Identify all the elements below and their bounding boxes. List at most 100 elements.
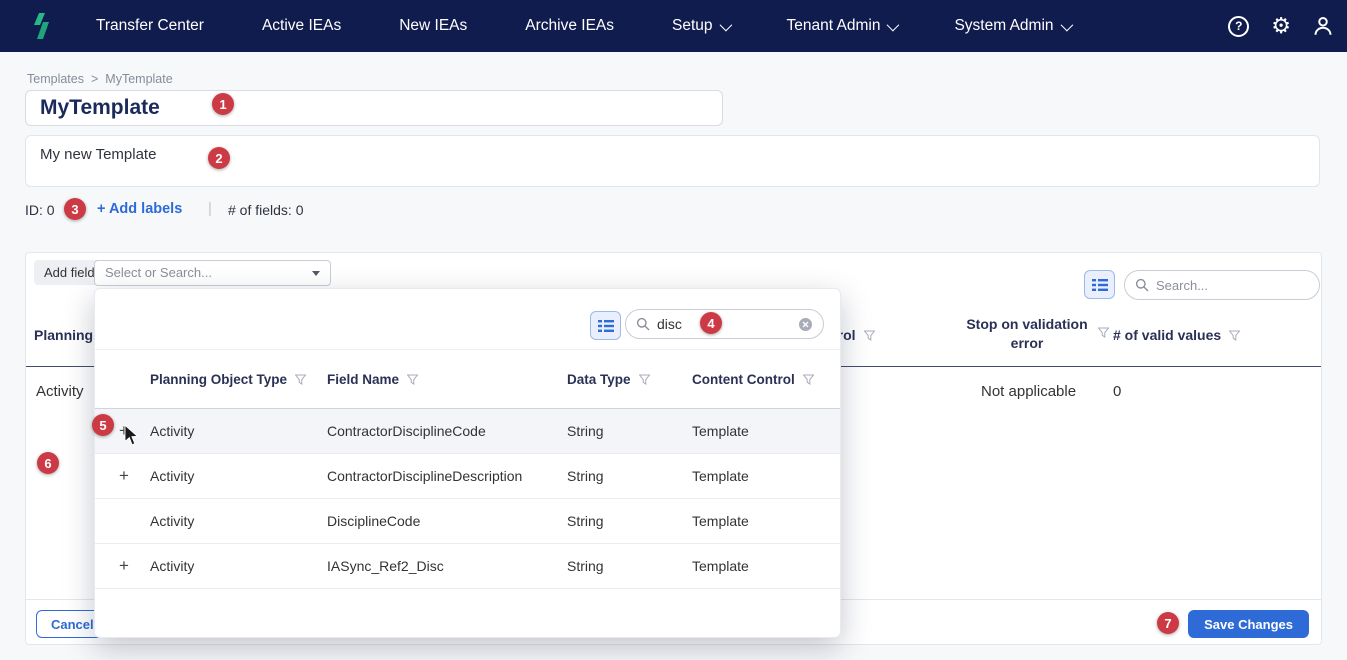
template-description-value: My new Template bbox=[40, 146, 157, 163]
nav-archive-ieas[interactable]: Archive IEAs bbox=[525, 17, 614, 35]
filter-icon[interactable] bbox=[638, 374, 650, 385]
user-icon[interactable] bbox=[1313, 16, 1333, 36]
column-chooser-button[interactable] bbox=[1084, 270, 1115, 299]
popup-table-header: Planning Object Type Field Name Data Typ… bbox=[95, 349, 840, 409]
nav-label: Transfer Center bbox=[96, 17, 204, 34]
columns-icon bbox=[1091, 278, 1108, 291]
chevron-down-icon bbox=[312, 271, 320, 276]
annotation-badge-2: 2 bbox=[208, 147, 230, 169]
table-search-input[interactable] bbox=[1156, 277, 1309, 293]
cursor-icon bbox=[121, 423, 141, 451]
annotation-badge-7: 7 bbox=[1157, 612, 1179, 634]
search-icon bbox=[1135, 278, 1149, 292]
field-select-dropdown[interactable]: Select or Search... bbox=[94, 260, 331, 286]
add-fields-popup: Planning Object Type Field Name Data Typ… bbox=[94, 288, 841, 638]
chevron-down-icon bbox=[1060, 18, 1073, 31]
cell-data-type: String bbox=[567, 558, 604, 574]
header-label: Field Name bbox=[327, 371, 400, 387]
nav-label: Archive IEAs bbox=[525, 17, 615, 34]
cell-planning-object-type: Activity bbox=[150, 468, 195, 484]
popup-column-chooser-button[interactable] bbox=[590, 311, 621, 340]
nav-items: Transfer Center Active IEAs New IEAs Arc… bbox=[52, 17, 1073, 35]
annotation-badge-6: 6 bbox=[37, 452, 59, 474]
header-label: # of valid values bbox=[1113, 327, 1222, 343]
breadcrumb: Templates > MyTemplate bbox=[27, 72, 173, 86]
breadcrumb-separator: > bbox=[90, 72, 99, 86]
help-icon[interactable]: ? bbox=[1228, 15, 1250, 37]
app-logo[interactable] bbox=[30, 12, 52, 40]
row-valid-values: 0 bbox=[1113, 383, 1122, 400]
row-planning-object-type: Activity bbox=[36, 383, 84, 400]
popup-table-row[interactable]: + Activity ContractorDisciplineDescripti… bbox=[95, 454, 840, 499]
nav-tenant-admin[interactable]: Tenant Admin bbox=[786, 17, 900, 35]
popup-search[interactable] bbox=[625, 309, 824, 339]
popup-search-input[interactable] bbox=[657, 316, 791, 332]
cell-field-name: ContractorDisciplineDescription bbox=[327, 468, 523, 484]
nav-label: Active IEAs bbox=[261, 17, 342, 34]
breadcrumb-current: MyTemplate bbox=[105, 72, 173, 86]
cell-planning-object-type: Activity bbox=[150, 423, 195, 439]
clear-search-icon[interactable] bbox=[798, 317, 813, 332]
annotation-badge-1: 1 bbox=[212, 93, 234, 115]
filter-icon[interactable] bbox=[1229, 330, 1241, 341]
popup-header-data-type: Data Type bbox=[567, 372, 692, 387]
nav-icons: ? ⚙ bbox=[1228, 15, 1333, 37]
filter-icon[interactable] bbox=[295, 374, 307, 385]
cell-field-name: IASync_Ref2_Disc bbox=[327, 558, 444, 574]
popup-table-row[interactable]: Activity DisciplineCode String Template bbox=[95, 499, 840, 544]
cell-planning-object-type: Activity bbox=[150, 558, 195, 574]
add-field-button[interactable]: + bbox=[95, 466, 150, 486]
annotation-badge-5: 5 bbox=[92, 414, 114, 436]
row-stop-on-validation: Not applicable bbox=[981, 383, 1077, 400]
breadcrumb-templates[interactable]: Templates bbox=[27, 72, 84, 86]
fields-card: Add fields Select or Search... Planning … bbox=[25, 252, 1322, 645]
save-changes-button[interactable]: Save Changes bbox=[1188, 610, 1309, 638]
popup-header-field-name: Field Name bbox=[327, 372, 567, 387]
header-stop-on-validation: Stop on validation error bbox=[951, 315, 1103, 353]
popup-header-planning-object-type: Planning Object Type bbox=[150, 372, 327, 387]
page: Transfer Center Active IEAs New IEAs Arc… bbox=[0, 0, 1347, 660]
cell-planning-object-type: Activity bbox=[150, 513, 195, 529]
chevron-down-icon bbox=[887, 18, 900, 31]
nav-active-ieas[interactable]: Active IEAs bbox=[262, 17, 341, 35]
gear-icon[interactable]: ⚙ bbox=[1271, 15, 1291, 37]
nav-label: Setup bbox=[672, 17, 713, 34]
cell-content-control: Template bbox=[692, 558, 749, 574]
popup-table: Planning Object Type Field Name Data Typ… bbox=[95, 349, 840, 589]
add-labels-link[interactable]: + Add labels bbox=[97, 201, 182, 217]
cell-content-control: Template bbox=[692, 513, 749, 529]
nav-setup[interactable]: Setup bbox=[672, 17, 732, 35]
header-label: Data Type bbox=[567, 371, 631, 387]
meta-row: ID: 0 + Add labels | # of fields: 0 bbox=[25, 200, 525, 220]
header-valid-values: # of valid values bbox=[1113, 327, 1241, 343]
filter-icon[interactable] bbox=[802, 374, 814, 385]
template-name-value: MyTemplate bbox=[40, 96, 160, 119]
template-name-input[interactable]: MyTemplate bbox=[25, 90, 723, 126]
header-label: Stop on validation error bbox=[966, 316, 1088, 351]
template-id: ID: 0 bbox=[25, 202, 55, 218]
filter-icon[interactable] bbox=[407, 374, 419, 385]
cell-content-control: Template bbox=[692, 423, 749, 439]
cell-field-name: ContractorDisciplineCode bbox=[327, 423, 486, 439]
popup-table-row[interactable]: + Activity ContractorDisciplineCode Stri… bbox=[95, 409, 840, 454]
nav-label: System Admin bbox=[954, 17, 1054, 34]
cell-data-type: String bbox=[567, 513, 604, 529]
nav-system-admin[interactable]: System Admin bbox=[954, 17, 1073, 35]
popup-table-row[interactable]: + Activity IASync_Ref2_Disc String Templ… bbox=[95, 544, 840, 589]
header-label: Content Control bbox=[692, 371, 795, 387]
table-search[interactable] bbox=[1124, 270, 1320, 300]
nav-label: Tenant Admin bbox=[786, 17, 881, 34]
nav-transfer-center[interactable]: Transfer Center bbox=[96, 17, 204, 35]
annotation-badge-3: 3 bbox=[64, 198, 86, 220]
filter-icon[interactable] bbox=[863, 330, 875, 341]
header-label: Planning Object Type bbox=[150, 371, 288, 387]
nav-label: New IEAs bbox=[399, 17, 468, 34]
filter-stop-on-validation bbox=[1098, 327, 1109, 338]
columns-icon bbox=[597, 319, 614, 332]
nav-new-ieas[interactable]: New IEAs bbox=[399, 17, 467, 35]
filter-icon[interactable] bbox=[1098, 327, 1109, 338]
add-field-button[interactable]: + bbox=[95, 556, 150, 576]
chevron-down-icon bbox=[719, 18, 732, 31]
cell-field-name: DisciplineCode bbox=[327, 513, 421, 529]
annotation-badge-4: 4 bbox=[700, 312, 722, 334]
